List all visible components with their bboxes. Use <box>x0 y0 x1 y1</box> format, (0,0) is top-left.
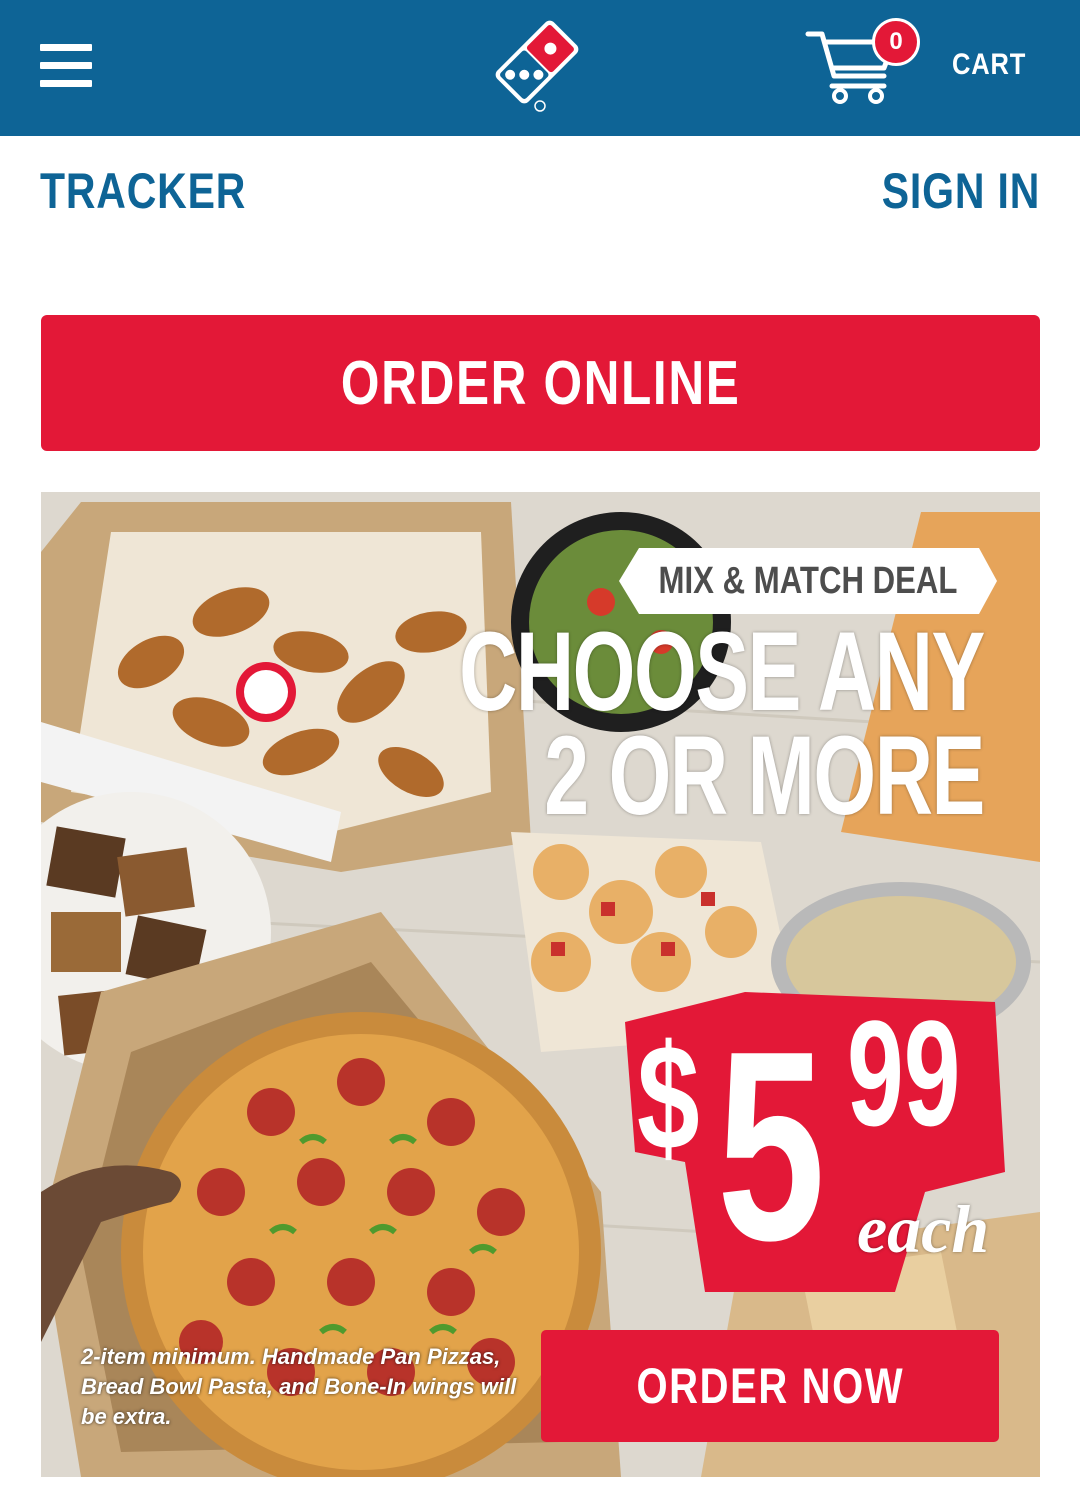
price-dollar-sign: $ <box>637 1013 700 1181</box>
price-main-digit: 5 <box>717 996 826 1297</box>
price-display: $ 5 99 each <box>625 992 1005 1292</box>
order-now-label: ORDER NOW <box>636 1358 904 1414</box>
promo-headline: CHOOSE ANY 2 OR MORE <box>459 609 985 838</box>
deal-tag-text: MIX & MATCH DEAL <box>658 560 958 602</box>
deal-tag: MIX & MATCH DEAL <box>619 548 997 614</box>
cart-button[interactable]: 0 CART <box>800 18 1060 118</box>
tracker-link[interactable]: TRACKER <box>40 162 246 220</box>
promo-disclaimer: 2-item minimum. Handmade Pan Pizzas, Bre… <box>81 1344 517 1429</box>
sign-in-link[interactable]: SIGN IN <box>882 162 1040 220</box>
dominos-logo[interactable] <box>482 10 592 114</box>
headline-line-1: CHOOSE ANY <box>459 609 985 734</box>
cart-count-badge: 0 <box>872 18 920 66</box>
order-online-button[interactable]: ORDER ONLINE <box>41 315 1040 451</box>
hamburger-menu-icon[interactable] <box>40 44 92 88</box>
order-online-label: ORDER ONLINE <box>340 348 741 418</box>
order-now-button[interactable]: ORDER NOW <box>541 1330 999 1442</box>
cart-label: CART <box>952 48 1027 81</box>
price-cents: 99 <box>847 989 961 1157</box>
price-each-label: each <box>857 1191 990 1267</box>
headline-line-2: 2 OR MORE <box>544 713 985 838</box>
top-bar: 0 CART <box>0 0 1080 136</box>
promo-banner[interactable]: MIX & MATCH DEAL CHOOSE ANY 2 OR MORE $ … <box>41 492 1040 1477</box>
